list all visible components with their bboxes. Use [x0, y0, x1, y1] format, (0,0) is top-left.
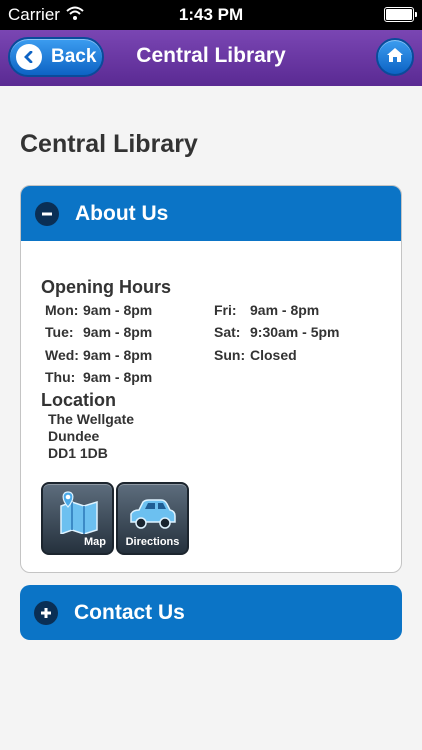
contact-header[interactable]: Contact Us [20, 585, 402, 640]
home-icon [386, 47, 404, 68]
status-time: 1:43 PM [178, 5, 244, 24]
about-panel: About Us Opening Hours Mon: 9am - 8pm Tu… [20, 185, 402, 573]
hours-row-sun: Sun: Closed [214, 347, 297, 363]
address-line: DD1 1DB [48, 445, 108, 461]
address-line: The Wellgate [48, 411, 135, 427]
hours-row-thu: Thu: 9am - 8pm [45, 369, 153, 385]
directions-button[interactable]: Directions [116, 482, 189, 555]
home-button[interactable] [376, 38, 414, 76]
map-button-label: Map [84, 536, 106, 548]
collapse-icon [35, 201, 59, 226]
car-icon [128, 498, 178, 537]
directions-button-label: Directions [125, 536, 180, 548]
address-line: Dundee [48, 428, 100, 444]
contact-header-label: Contact Us [74, 600, 185, 624]
hours-row-sat: Sat: 9:30am - 5pm [214, 324, 340, 340]
hours-row-tue: Tue: 9am - 8pm [45, 324, 153, 340]
hours-row-mon: Mon: 9am - 8pm [45, 302, 153, 318]
opening-hours-heading: Opening Hours [41, 277, 171, 297]
contact-panel: Contact Us [20, 585, 402, 640]
map-icon [57, 490, 101, 539]
page-title: Central Library [20, 130, 198, 158]
map-button[interactable]: Map [41, 482, 114, 555]
location-heading: Location [41, 390, 116, 410]
expand-icon [34, 600, 58, 625]
status-bar: Carrier 1:43 PM [0, 0, 422, 30]
about-header[interactable]: About Us [21, 186, 401, 241]
hours-row-wed: Wed: 9am - 8pm [45, 347, 153, 363]
nav-bar: Back Central Library [0, 30, 422, 86]
nav-title: Central Library [136, 44, 286, 67]
hours-row-fri: Fri: 9am - 8pm [214, 302, 320, 318]
about-header-label: About Us [75, 201, 169, 225]
battery-icon [384, 7, 417, 22]
